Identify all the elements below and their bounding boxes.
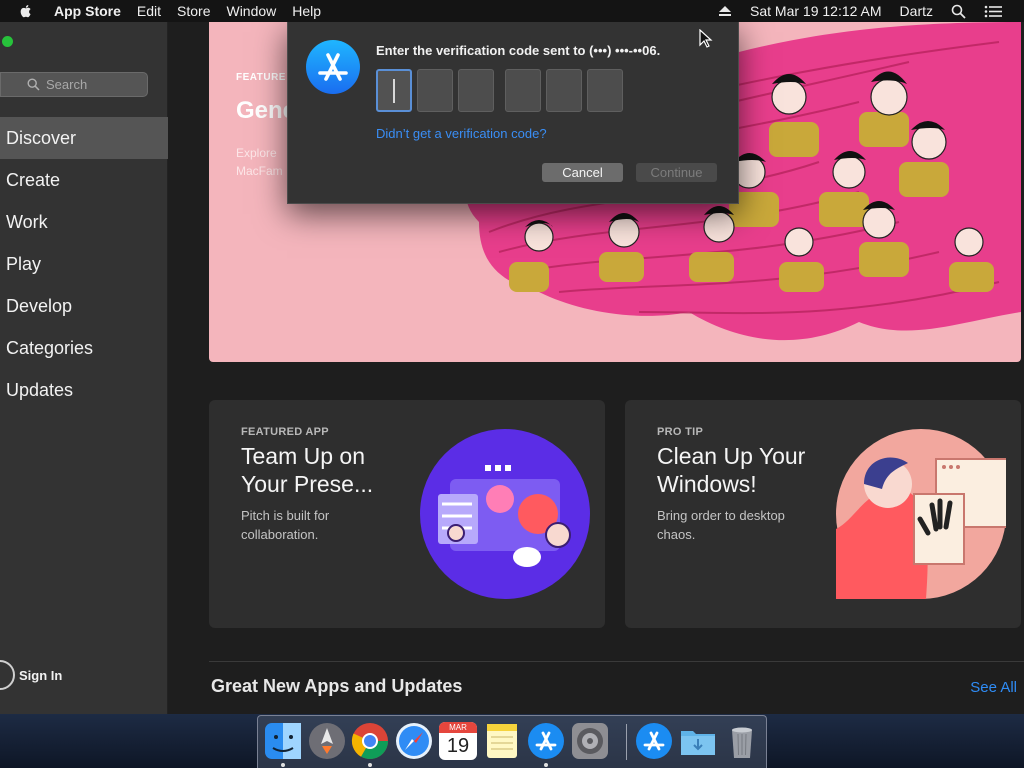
- code-digit-6-input[interactable]: [587, 69, 623, 112]
- menu-app-name[interactable]: App Store: [54, 3, 121, 19]
- trash-icon[interactable]: [723, 722, 761, 760]
- section-divider: [209, 661, 1024, 662]
- sidebar-item-categories[interactable]: Categories: [0, 327, 168, 369]
- featured-app-card[interactable]: FEATURED APP Team Up on Your Prese... Pi…: [209, 400, 605, 628]
- calendar-month: MAR: [439, 722, 477, 733]
- sidebar-nav: Discover Create Work Play Develop Catego…: [0, 117, 168, 411]
- running-indicator: [368, 763, 372, 767]
- app-store-icon: [306, 40, 360, 94]
- sidebar-item-develop[interactable]: Develop: [0, 285, 168, 327]
- menu-clock[interactable]: Sat Mar 19 12:12 AM: [750, 3, 882, 19]
- card-title: Clean Up Your Windows!: [657, 443, 806, 497]
- system-preferences-icon[interactable]: [571, 722, 609, 760]
- calendar-icon[interactable]: MAR 19: [439, 722, 477, 760]
- code-digit-2-input[interactable]: [417, 69, 453, 112]
- code-digit-4-input[interactable]: [505, 69, 541, 112]
- menu-user[interactable]: Dartz: [900, 3, 933, 19]
- search-placeholder: Search: [46, 77, 88, 92]
- search-input[interactable]: Search: [0, 72, 148, 97]
- calendar-day: 19: [446, 735, 470, 757]
- avatar: [0, 660, 15, 690]
- card-description: Pitch is built for collaboration.: [241, 508, 330, 542]
- sidebar-item-play[interactable]: Play: [0, 243, 168, 285]
- verification-prompt: Enter the verification code sent to (•••…: [376, 43, 661, 58]
- sidebar: Search Discover Create Work Play Develop…: [0, 22, 168, 714]
- code-digit-5-input[interactable]: [546, 69, 582, 112]
- resend-code-link[interactable]: Didn’t get a verification code?: [376, 126, 547, 141]
- code-digit-3-input[interactable]: [458, 69, 494, 112]
- windows-illustration: [836, 429, 1006, 599]
- menu-help[interactable]: Help: [292, 3, 321, 19]
- sidebar-item-discover[interactable]: Discover: [0, 117, 168, 159]
- menu-edit[interactable]: Edit: [137, 3, 161, 19]
- sign-in-button[interactable]: Sign In: [0, 660, 62, 690]
- cancel-button[interactable]: Cancel: [542, 163, 623, 182]
- running-indicator: [544, 763, 548, 767]
- finder-icon[interactable]: [264, 722, 302, 760]
- verification-code-fields: [376, 69, 628, 112]
- dock: MAR 19: [257, 715, 767, 768]
- see-all-link[interactable]: See All: [970, 679, 1017, 696]
- sidebar-item-work[interactable]: Work: [0, 201, 168, 243]
- notification-center-icon[interactable]: [984, 5, 1002, 18]
- chrome-icon[interactable]: [351, 722, 389, 760]
- notes-icon[interactable]: [483, 722, 521, 760]
- app-store-icon[interactable]: [527, 722, 565, 760]
- spotlight-search-icon[interactable]: [951, 4, 966, 19]
- app-store-download-icon[interactable]: [635, 722, 673, 760]
- mouse-cursor-icon: [699, 29, 713, 48]
- search-icon: [27, 78, 40, 91]
- verification-dialog: Enter the verification code sent to (•••…: [287, 22, 739, 204]
- menu-bar: App Store Edit Store Window Help Sat Mar…: [0, 0, 1024, 22]
- launchpad-icon[interactable]: [308, 722, 346, 760]
- sidebar-item-create[interactable]: Create: [0, 159, 168, 201]
- card-title: Team Up on Your Prese...: [241, 443, 374, 497]
- downloads-folder-icon[interactable]: [679, 722, 717, 760]
- running-indicator: [281, 763, 285, 767]
- menu-store[interactable]: Store: [177, 3, 210, 19]
- window-zoom-button[interactable]: [2, 36, 13, 47]
- apple-menu-icon[interactable]: [18, 3, 34, 19]
- pro-tip-card[interactable]: PRO TIP Clean Up Your Windows! Bring ord…: [625, 400, 1021, 628]
- card-kicker: PRO TIP: [657, 426, 704, 438]
- eject-icon[interactable]: [718, 5, 732, 17]
- continue-button[interactable]: Continue: [636, 163, 717, 182]
- card-description: Bring order to desktop chaos.: [657, 508, 785, 542]
- card-kicker: FEATURED APP: [241, 426, 329, 438]
- menu-window[interactable]: Window: [226, 3, 276, 19]
- section-title: Great New Apps and Updates: [211, 676, 463, 696]
- safari-icon[interactable]: [395, 722, 433, 760]
- pitch-illustration: [420, 429, 590, 599]
- code-digit-1-input[interactable]: [376, 69, 412, 112]
- sidebar-item-updates[interactable]: Updates: [0, 369, 168, 411]
- dock-separator: [626, 724, 627, 760]
- sign-in-label: Sign In: [19, 667, 63, 683]
- hero-kicker: FEATURE: [236, 72, 286, 83]
